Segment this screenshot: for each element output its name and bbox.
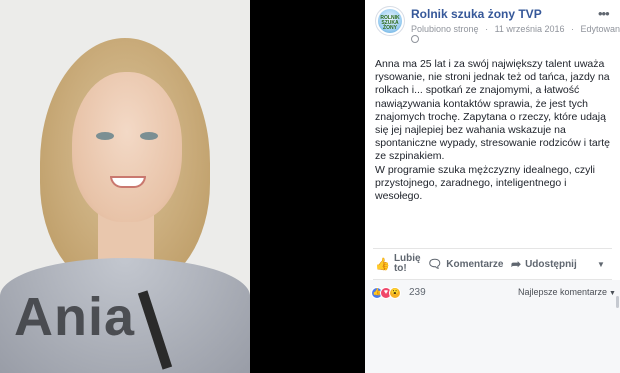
speech-bubble-icon: 🗨 [427,257,443,271]
reaction-count[interactable]: 239 [409,287,426,298]
post-panel: ROLNIK SZUKA ŻONY Rolnik szuka żony TVP … [365,0,620,373]
meta-separator: · [485,24,489,34]
comment-sort-label: Najlepsze komentarze [518,287,608,297]
scrollbar-track[interactable] [615,280,620,373]
edited-label[interactable]: Edytowany [581,24,620,34]
photo-eye-right [140,132,158,140]
comment-label: Komentarze [446,258,504,270]
liked-page-label[interactable]: Polubiono stronę [411,24,479,34]
post-text: Anna ma 25 lat i za swój największy tale… [375,58,615,203]
post-text-paragraph: Anna ma 25 lat i za swój największy tale… [375,58,611,163]
page-name-link[interactable]: Rolnik szuka żony TVP [411,7,542,21]
wow-reaction-icon: 😮 [389,287,401,299]
photo-viewer-background [250,0,365,373]
reactions-bar: 👍 ♥ 😮 239 Najlepsze komentarze ▼ [365,280,620,306]
reaction-icons[interactable]: 👍 ♥ 😮 [371,287,411,299]
post-photo[interactable]: Ania [0,0,250,373]
post-date[interactable]: 11 września 2016 [495,24,565,34]
post-meta: Polubiono stronę · 11 września 2016 · Ed… [411,24,620,34]
photo-face [72,72,182,222]
meta-separator: · [571,24,574,34]
page-avatar[interactable]: ROLNIK SZUKA ŻONY [375,6,405,36]
thumbs-up-icon: 👍 [375,257,390,271]
divider [373,248,612,249]
post-text-paragraph: W programie szuka mężczyzny idealnego, c… [375,163,595,203]
comments-area [365,306,615,373]
like-label-line2: to! [393,263,407,274]
comment-button[interactable]: 🗨 Komentarze [427,250,503,278]
comment-sort-dropdown[interactable]: Najlepsze komentarze ▼ [518,287,616,297]
share-arrow-icon: ➦ [511,257,522,271]
scrollbar-thumb[interactable] [616,296,619,308]
globe-icon [411,35,419,43]
photo-eye-left [96,132,114,140]
post-actions-bar: 👍 Lubię to! 🗨 Komentarze ➦ Udostępnij ▼ [373,250,612,278]
avatar-logo-text: ROLNIK SZUKA ŻONY [380,15,400,31]
chevron-down-icon[interactable]: ▼ [597,250,605,278]
share-label: Udostępnij [525,258,577,270]
like-label: Lubię to! [394,254,421,274]
post-header: ROLNIK SZUKA ŻONY Rolnik szuka żony TVP … [365,0,620,50]
share-button[interactable]: ➦ Udostępnij [511,250,577,278]
like-button[interactable]: 👍 Lubię to! [375,250,421,278]
photo-mouth [110,176,146,188]
more-options-button[interactable]: ••• [598,6,610,21]
photo-name-overlay: Ania [14,287,136,347]
